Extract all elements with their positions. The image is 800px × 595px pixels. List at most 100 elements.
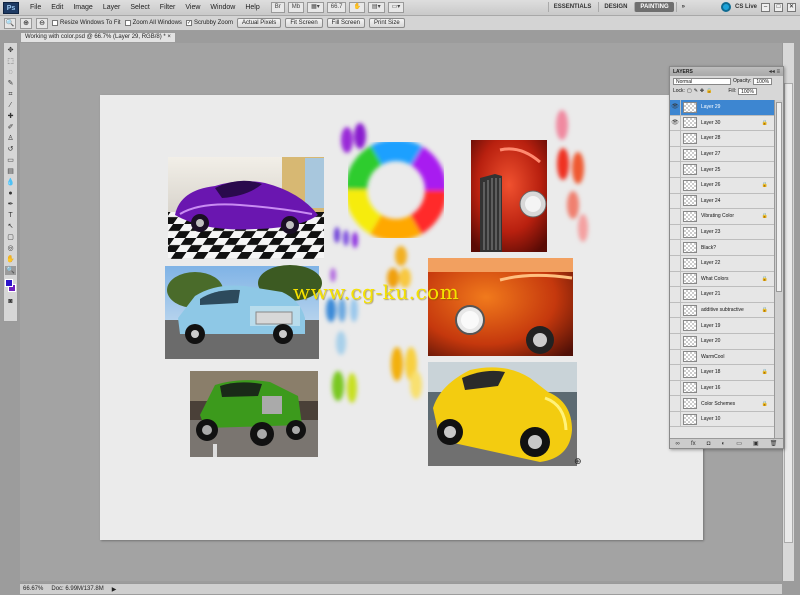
layers-scrollbar-thumb[interactable]	[776, 102, 782, 292]
layer-lock-icon: 🔒	[761, 400, 768, 407]
layer-thumbnail	[683, 382, 697, 394]
layer-row[interactable]: additive subtractive 🔒	[670, 302, 774, 319]
lock-image-icon[interactable]: ✎	[694, 88, 698, 94]
lock-all-icon[interactable]: 🔒	[706, 88, 712, 94]
layer-row[interactable]: Layer 22	[670, 255, 774, 272]
blend-mode-select[interactable]: Normal	[673, 77, 731, 85]
new-group-icon[interactable]: ▭	[736, 440, 742, 447]
photo-red-grille	[471, 140, 547, 252]
visibility-eye-icon[interactable]	[670, 193, 681, 209]
layer-thumbnail	[683, 148, 697, 160]
layer-thumbnail	[683, 164, 697, 176]
photo-yellow-coupe: ⊕	[428, 362, 582, 467]
blend-row: Normal Opacity: 100%	[670, 76, 783, 86]
lock-position-icon[interactable]: ✥	[700, 88, 704, 94]
layer-name: Layer 10	[701, 416, 721, 423]
visibility-eye-icon[interactable]	[670, 224, 681, 240]
zoom-percentage[interactable]: 66.67%	[23, 586, 43, 592]
layer-thumbnail	[683, 117, 697, 129]
layer-name: What Colors	[701, 275, 729, 282]
layer-name: Layer 16	[701, 384, 721, 391]
layer-thumbnail	[683, 288, 697, 300]
layer-row[interactable]: Layer 10	[670, 411, 774, 428]
visibility-eye-icon[interactable]	[670, 396, 681, 411]
visibility-eye-icon[interactable]	[670, 240, 681, 255]
layer-name: Layer 30	[701, 119, 721, 126]
layer-row[interactable]: What Colors 🔒	[670, 271, 774, 288]
new-layer-icon[interactable]: ▣	[753, 440, 759, 447]
layer-name: additive subtractive	[701, 307, 744, 314]
visibility-eye-icon[interactable]	[670, 146, 681, 162]
layers-panel-header[interactable]: LAYERS ◂◂ ≡	[670, 67, 783, 76]
layer-row[interactable]: Layer 23	[670, 224, 774, 241]
layer-thumbnail	[683, 242, 697, 254]
visibility-eye-icon[interactable]	[670, 162, 681, 177]
layer-row[interactable]: Layer 20	[670, 333, 774, 350]
visibility-eye-icon[interactable]	[670, 287, 681, 302]
layer-name: Black?	[701, 244, 717, 251]
lock-transparency-icon[interactable]: ▢	[687, 88, 692, 94]
layer-row[interactable]: Vibrating Color 🔒	[670, 209, 774, 225]
layer-name: Layer 24	[701, 197, 721, 204]
panel-collapse-icon[interactable]: ◂◂ ≡	[769, 68, 780, 75]
layer-row[interactable]: Layer 16	[670, 380, 774, 397]
visibility-eye-icon[interactable]	[670, 131, 681, 146]
layer-name: Color Schemes	[701, 400, 736, 407]
visibility-eye-icon[interactable]	[670, 333, 681, 349]
visibility-eye-icon[interactable]	[670, 318, 681, 333]
visibility-eye-icon[interactable]	[670, 209, 681, 224]
visibility-eye-icon[interactable]	[670, 411, 681, 427]
layer-row[interactable]: Layer 27	[670, 146, 774, 163]
status-bar: 66.67% Doc: 6.99M/137.8M ▶	[20, 583, 782, 594]
layer-thumbnail	[683, 398, 697, 410]
visibility-eye-icon[interactable]	[670, 380, 681, 396]
photo-purple-car	[168, 157, 324, 259]
layer-row[interactable]: 👁 Layer 29	[670, 100, 774, 116]
adjustment-layer-icon[interactable]: ◐	[721, 441, 725, 447]
layer-row[interactable]: Layer 26 🔒	[670, 177, 774, 194]
opacity-field[interactable]: 100%	[753, 77, 773, 85]
layer-row[interactable]: Layer 19	[670, 318, 774, 334]
visibility-eye-icon[interactable]	[670, 365, 681, 380]
photoshop-window: Ps File Edit Image Layer Select Filter View Win…	[0, 0, 800, 595]
layer-row[interactable]: Color Schemes 🔒	[670, 396, 774, 412]
layers-scrollbar[interactable]	[774, 100, 783, 438]
layer-thumbnail	[683, 273, 697, 285]
fill-field[interactable]: 100%	[738, 87, 757, 95]
visibility-eye-icon[interactable]	[670, 255, 681, 271]
layer-row[interactable]: WarmCool	[670, 349, 774, 366]
visibility-eye-icon[interactable]	[670, 302, 681, 318]
layer-name: Layer 25	[701, 166, 721, 173]
status-menu-arrow-icon[interactable]: ▶	[112, 586, 117, 593]
svg-text:⊕: ⊕	[574, 457, 582, 467]
layer-row[interactable]: 👁 Layer 30 🔒	[670, 115, 774, 132]
layer-style-icon[interactable]: fx	[691, 441, 696, 447]
layers-panel: LAYERS ◂◂ ≡ Normal Opacity: 100% Lock: ▢…	[669, 66, 784, 449]
layer-name: Layer 26	[701, 182, 721, 189]
layer-row[interactable]: Layer 24	[670, 193, 774, 210]
layers-panel-title[interactable]: LAYERS	[673, 69, 693, 75]
visibility-eye-icon[interactable]: 👁	[670, 100, 681, 115]
layer-lock-icon: 🔒	[761, 119, 768, 126]
layer-row[interactable]: Layer 25	[670, 162, 774, 178]
layer-thumbnail	[683, 320, 697, 332]
layer-row[interactable]: Layer 18 🔒	[670, 365, 774, 381]
document-size[interactable]: Doc: 6.99M/137.8M	[51, 586, 103, 592]
visibility-eye-icon[interactable]	[670, 349, 681, 365]
visibility-eye-icon[interactable]	[670, 271, 681, 287]
layer-lock-icon: 🔒	[761, 307, 768, 314]
layer-row[interactable]: Layer 21	[670, 287, 774, 303]
layer-thumbnail	[683, 413, 697, 425]
scrollbar-thumb[interactable]	[784, 83, 793, 543]
visibility-eye-icon[interactable]	[670, 177, 681, 193]
layer-row[interactable]: Black?	[670, 240, 774, 256]
layer-name: Layer 18	[701, 369, 721, 376]
lock-label: Lock:	[673, 88, 685, 94]
add-mask-icon[interactable]: ◘	[707, 441, 711, 447]
layer-row[interactable]: Layer 28	[670, 131, 774, 147]
link-layers-icon[interactable]: ∞	[676, 441, 680, 447]
visibility-eye-icon[interactable]: 👁	[670, 115, 681, 131]
layer-thumbnail	[683, 351, 697, 363]
layer-name: Layer 19	[701, 322, 721, 329]
delete-layer-icon[interactable]: 🗑	[770, 440, 778, 447]
